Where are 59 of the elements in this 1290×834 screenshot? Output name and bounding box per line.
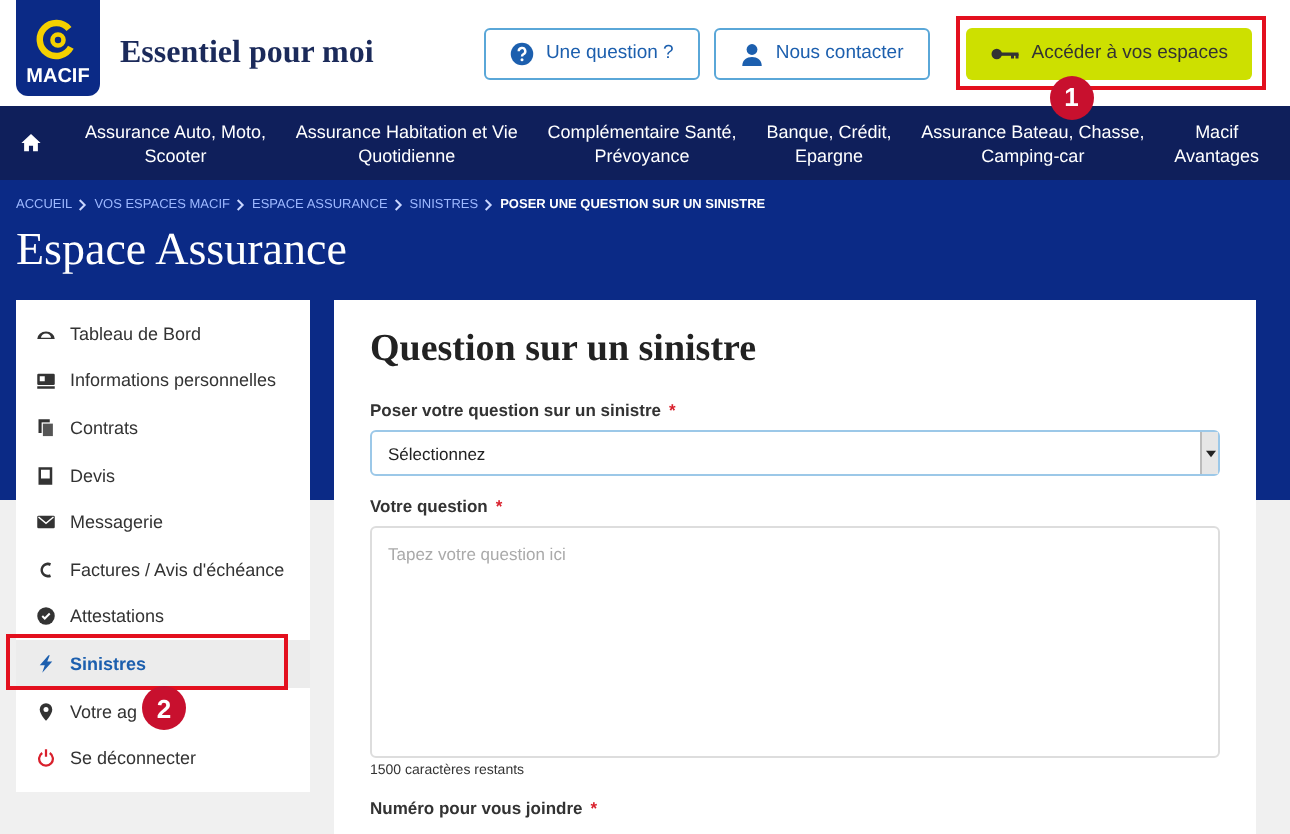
sidebar-item[interactable]: Se déconnecter (16, 734, 199, 782)
sidebar-label: Devis (70, 465, 116, 486)
page-title: Espace Assurance (16, 224, 349, 278)
sidebar-item[interactable]: Tableau de Bord (16, 310, 204, 358)
sidebar-label: Factures / Avis d'échéance (70, 559, 285, 580)
field-label: Numéro pour vous joindre (370, 798, 583, 818)
sidebar-label: Messagerie (70, 512, 164, 533)
id-card-icon (36, 370, 56, 391)
person-icon (739, 41, 764, 65)
site-title: Essentiel pour moi (120, 35, 374, 71)
badge-icon (36, 606, 56, 627)
nav-link[interactable]: Macif Avantages (1163, 119, 1270, 167)
sidebar-label: Tableau de Bord (70, 323, 202, 344)
step-badge: 2 (142, 686, 186, 731)
sidebar-item[interactable]: Informations personnelles (16, 357, 279, 405)
sidebar-label: Sinistres (70, 653, 147, 674)
location-pin-icon (36, 701, 56, 722)
nav-link[interactable]: Assurance Bateau, Chasse, Camping-car (910, 119, 1156, 167)
required-mark: * (495, 496, 503, 516)
sidebar-item[interactable]: Contrats (16, 404, 141, 452)
chevron-icon (235, 197, 246, 211)
sidebar-item[interactable]: Factures / Avis d'échéance (16, 545, 287, 594)
document-icon (36, 465, 56, 486)
key-icon (989, 45, 1020, 61)
chevron-icon (484, 197, 495, 211)
field-label: Poser votre question sur un sinistre (370, 400, 661, 420)
sidebar-label: Contrats (70, 417, 139, 438)
contact-button[interactable]: Nous contacter (713, 27, 930, 79)
form-title: Question sur un sinistre (370, 328, 759, 372)
home-icon[interactable] (20, 132, 42, 154)
question-button[interactable]: Une question ? (483, 27, 700, 79)
chevron-icon (393, 197, 404, 211)
macif-logo[interactable]: MACIF (16, 0, 100, 96)
nav-link[interactable]: Banque, Crédit, Epargne (755, 119, 903, 167)
sidebar-item[interactable]: Attestations (16, 593, 167, 641)
sidebar-item[interactable]: Messagerie (16, 498, 166, 546)
field-label: Votre question (370, 496, 488, 516)
nav-link[interactable]: Assurance Habitation et Vie Quotidienne (284, 119, 529, 167)
help-icon (509, 41, 534, 65)
access-button[interactable]: Accéder à vos espaces (965, 27, 1252, 79)
sidebar-label: Se déconnecter (70, 748, 197, 769)
question-field[interactable]: Tapez votre question ici (370, 526, 1220, 758)
sidebar-label: Attestations (70, 606, 165, 627)
power-icon (36, 748, 56, 769)
required-mark: * (668, 400, 676, 420)
sidebar-label: Informations personnelles (70, 370, 277, 391)
sidebar-item[interactable]: Votre ag (16, 687, 140, 735)
sidebar-item[interactable]: Sinistres (16, 640, 310, 688)
sidebar-item[interactable]: Devis (16, 451, 118, 499)
dropdown[interactable]: Sélectionnez (370, 430, 1220, 476)
required-mark: * (590, 798, 598, 818)
chevron-icon (78, 197, 89, 211)
sidebar-label: Votre ag (70, 701, 138, 722)
nav-link[interactable]: Assurance Auto, Moto, Scooter (74, 119, 277, 167)
logo-text: MACIF (26, 66, 90, 88)
lightning-icon (36, 653, 56, 674)
documents-icon (36, 417, 56, 438)
nav-link[interactable]: Complémentaire Santé, Prévoyance (536, 119, 748, 167)
envelope-icon (36, 512, 56, 533)
